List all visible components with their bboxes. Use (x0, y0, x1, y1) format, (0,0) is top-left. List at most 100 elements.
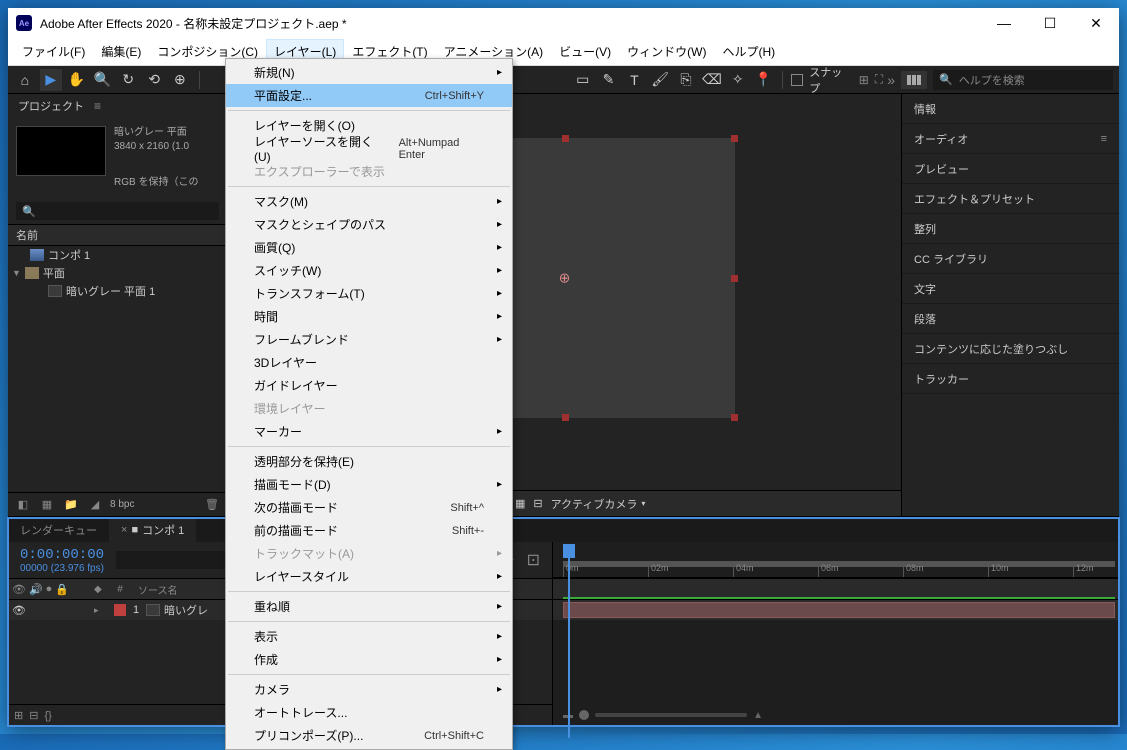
pen-tool-icon[interactable]: ✎ (598, 69, 620, 91)
hand-tool-icon[interactable]: ✋ (66, 69, 88, 91)
puppet-tool-icon[interactable]: 📍 (753, 69, 775, 91)
color-depth-icon[interactable]: ◢ (86, 496, 104, 514)
snap-checkbox[interactable] (791, 74, 803, 86)
anchor-tool-icon[interactable]: ⊕ (169, 69, 191, 91)
menu-show[interactable]: 表示 (226, 625, 512, 648)
menu-transform[interactable]: トランスフォーム(T) (226, 282, 512, 305)
resize-handle[interactable] (562, 414, 569, 421)
close-button[interactable]: ✕ (1073, 8, 1119, 38)
menu-window[interactable]: ウィンドウ(W) (619, 39, 714, 64)
panel-paragraph[interactable]: 段落 (902, 304, 1119, 334)
brace-icon[interactable]: {} (44, 710, 51, 722)
brush-tool-icon[interactable]: 🖌 (649, 69, 671, 91)
time-ruler[interactable]: 0m 02m 04m 06m 08m 10m 12m (553, 542, 1119, 578)
menu-next-blend[interactable]: 次の描画モードShift+^ (226, 496, 512, 519)
resize-handle[interactable] (731, 414, 738, 421)
resize-handle[interactable] (731, 275, 738, 282)
bpc-label[interactable]: 8 bpc (110, 499, 134, 510)
menu-view[interactable]: ビュー(V) (551, 39, 619, 64)
roto-tool-icon[interactable]: ✧ (727, 69, 749, 91)
menu-camera[interactable]: カメラ (226, 678, 512, 701)
menu-layer-style[interactable]: レイヤースタイル (226, 565, 512, 588)
tab-composition[interactable]: ×■コンポ 1 (109, 518, 196, 542)
toggle-switches-icon[interactable]: ⊞ (14, 709, 23, 722)
panel-cclib[interactable]: CC ライブラリ (902, 244, 1119, 274)
menu-guide-layer[interactable]: ガイドレイヤー (226, 374, 512, 397)
new-folder-icon[interactable]: 📁 (62, 496, 80, 514)
audio-header-icon[interactable]: 🔊 (29, 583, 43, 596)
panel-audio[interactable]: オーディオ (902, 124, 1119, 154)
layer-bar[interactable] (563, 602, 1115, 618)
panel-info[interactable]: 情報 (902, 94, 1119, 124)
panel-align[interactable]: 整列 (902, 214, 1119, 244)
menu-3d-layer[interactable]: 3Dレイヤー (226, 351, 512, 374)
visibility-header-icon[interactable]: 👁 (12, 583, 26, 596)
tab-render-queue[interactable]: レンダーキュー (8, 518, 109, 542)
menu-frame-blend[interactable]: フレームブレンド (226, 328, 512, 351)
workspace-switcher-icon[interactable] (901, 71, 927, 89)
panel-effects[interactable]: エフェクト＆プリセット (902, 184, 1119, 214)
timeline-zoom-slider[interactable]: ▬ ▲ (563, 710, 763, 720)
guides-icon[interactable]: ⊟ (533, 497, 542, 510)
menu-quality[interactable]: 画質(Q) (226, 236, 512, 259)
solo-header-icon[interactable]: ● (46, 583, 53, 595)
menu-solid-settings[interactable]: 平面設定...Ctrl+Shift+Y (226, 84, 512, 107)
panel-tracker[interactable]: トラッカー (902, 364, 1119, 394)
grid-icon[interactable]: ▦ (515, 497, 525, 510)
playhead[interactable] (563, 544, 575, 558)
resize-handle[interactable] (731, 135, 738, 142)
menu-create[interactable]: 作成 (226, 648, 512, 671)
menu-help[interactable]: ヘルプ(H) (715, 39, 784, 64)
menu-arrange[interactable]: 重ね順 (226, 595, 512, 618)
visibility-toggle-icon[interactable]: 👁 (12, 604, 26, 617)
clone-tool-icon[interactable]: ⎘ (675, 69, 697, 91)
menu-new[interactable]: 新規(N) (226, 61, 512, 84)
menu-switches[interactable]: スイッチ(W) (226, 259, 512, 282)
project-header-name[interactable]: 名前 (8, 224, 227, 246)
menu-open-source[interactable]: レイヤーソースを開く(U)Alt+Numpad Enter (226, 137, 512, 160)
zoom-tool-icon[interactable]: 🔍 (91, 69, 113, 91)
number-header[interactable]: # (110, 584, 130, 595)
snap-option2-icon[interactable]: ⛶ (875, 72, 883, 87)
resize-handle[interactable] (562, 135, 569, 142)
new-comp-icon[interactable]: ▦ (38, 496, 56, 514)
lock-header-icon[interactable]: 🔒 (55, 583, 69, 596)
tree-item-folder[interactable]: ▼ 平面 (8, 264, 227, 282)
label-header-icon[interactable]: ◆ (94, 584, 110, 595)
menu-prev-blend[interactable]: 前の描画モードShift+- (226, 519, 512, 542)
menu-mask-shape[interactable]: マスクとシェイプのパス (226, 213, 512, 236)
menu-mask[interactable]: マスク(M) (226, 190, 512, 213)
menu-auto-trace[interactable]: オートトレース... (226, 701, 512, 724)
panel-preview[interactable]: プレビュー (902, 154, 1119, 184)
menu-precompose[interactable]: プリコンポーズ(P)...Ctrl+Shift+C (226, 724, 512, 747)
panel-menu-icon[interactable]: ≡ (94, 99, 101, 113)
menu-edit[interactable]: 編集(E) (93, 39, 149, 64)
help-search[interactable]: 🔍 ヘルプを検索 (933, 70, 1113, 90)
timeline-tracks[interactable]: 0m 02m 04m 06m 08m 10m 12m ▬ (553, 542, 1119, 726)
interpret-icon[interactable]: ◧ (14, 496, 32, 514)
selection-tool-icon[interactable]: ▶ (40, 69, 62, 91)
switch-icon[interactable]: ⊡ (527, 550, 540, 570)
menu-marker[interactable]: マーカー (226, 420, 512, 443)
panel-character[interactable]: 文字 (902, 274, 1119, 304)
camera-dropdown[interactable]: アクティブカメラ▾ (551, 496, 646, 512)
work-area-bar[interactable] (563, 561, 1115, 567)
orbit-tool-icon[interactable]: ↻ (117, 69, 139, 91)
source-name-header[interactable]: ソース名 (130, 582, 178, 597)
maximize-button[interactable]: ☐ (1027, 8, 1073, 38)
panel-content-fill[interactable]: コンテンツに応じた塗りつぶし (902, 334, 1119, 364)
overflow-icon[interactable]: » (887, 72, 895, 88)
delete-icon[interactable]: 🗑 (203, 496, 221, 514)
home-icon[interactable]: ⌂ (14, 69, 36, 91)
layer-color-chip[interactable] (114, 604, 126, 616)
timecode-display[interactable]: 0:00:00:00 (20, 547, 104, 563)
shape-tool-icon[interactable]: ▭ (572, 69, 594, 91)
menu-time[interactable]: 時間 (226, 305, 512, 328)
eraser-tool-icon[interactable]: ⌫ (701, 69, 723, 91)
project-search[interactable]: 🔍 (16, 202, 219, 220)
toggle-modes-icon[interactable]: ⊟ (29, 709, 38, 722)
anchor-point-icon[interactable]: ⊕ (559, 270, 571, 287)
tree-item-solid[interactable]: 暗いグレー 平面 1 (8, 282, 227, 300)
minimize-button[interactable]: — (981, 8, 1027, 38)
menu-preserve-transparency[interactable]: 透明部分を保持(E) (226, 450, 512, 473)
